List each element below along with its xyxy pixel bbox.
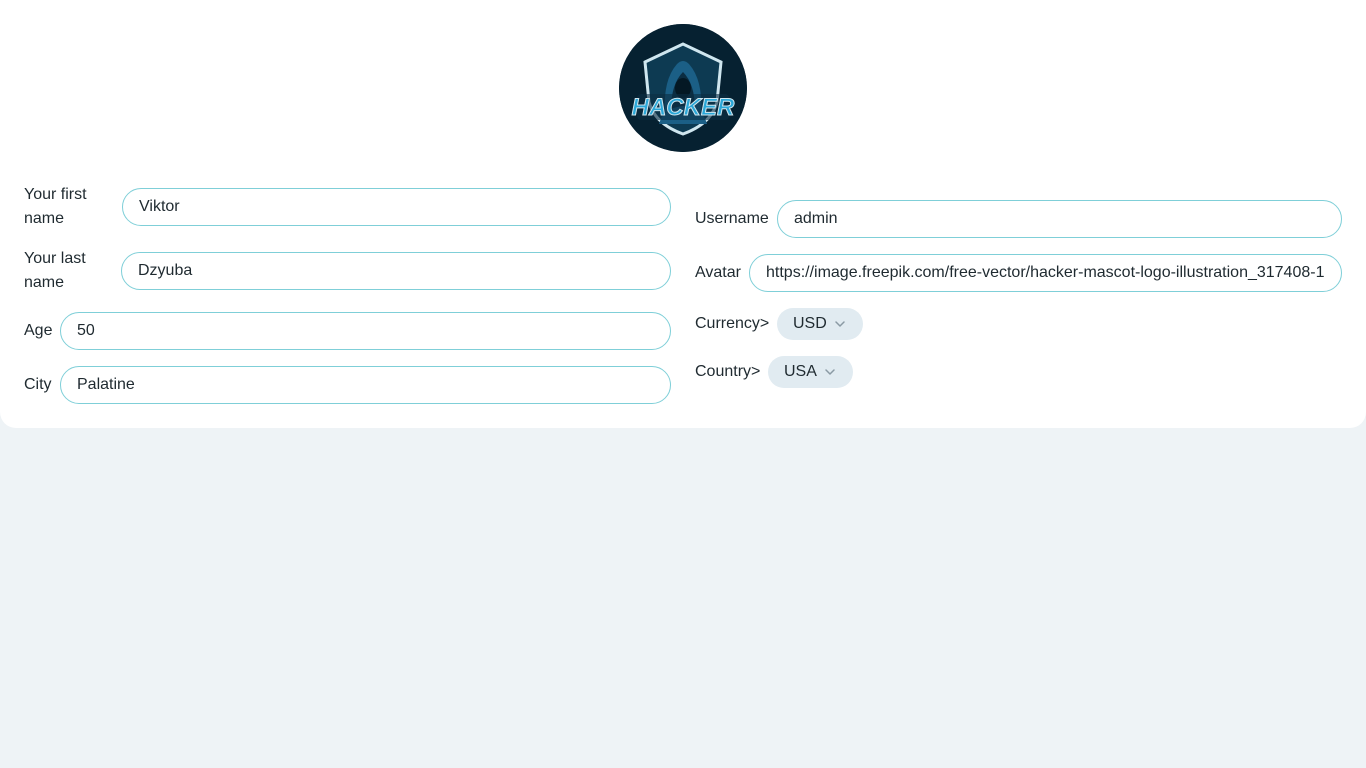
username-row: Username [695,200,1342,238]
first-name-field[interactable] [122,188,671,226]
city-label: City [24,376,52,393]
avatar-url-label: Avatar [695,264,741,281]
age-label: Age [24,322,53,339]
currency-row: Currency> USD [695,308,1342,340]
last-name-field[interactable] [121,252,671,290]
currency-selected-value: USD [793,315,827,332]
username-label: Username [695,210,769,227]
age-row: Age [24,312,671,350]
last-name-row: Your last name [24,247,671,295]
avatar-url-field[interactable] [749,254,1342,292]
currency-label: Currency> [695,315,770,332]
city-field[interactable] [60,366,671,404]
chevron-down-icon [835,321,845,327]
avatar-url-row: Avatar [695,254,1342,292]
username-field[interactable] [777,200,1342,238]
last-name-label: Your last name [24,250,86,291]
first-name-label: Your first name [24,186,87,227]
city-row: City [24,366,671,404]
country-selected-value: USA [784,363,817,380]
profile-card: HACKER Your first name Your last name Ag… [0,0,1366,428]
avatar: HACKER [619,24,747,152]
currency-select[interactable]: USD [777,308,863,340]
country-label: Country> [695,363,761,380]
age-field[interactable] [60,312,671,350]
logo-text: HACKER [632,94,735,121]
first-name-row: Your first name [24,183,671,231]
chevron-down-icon [825,369,835,375]
hacker-logo-icon: HACKER [619,24,747,152]
country-select[interactable]: USA [768,356,853,388]
country-row: Country> USA [695,356,1342,388]
